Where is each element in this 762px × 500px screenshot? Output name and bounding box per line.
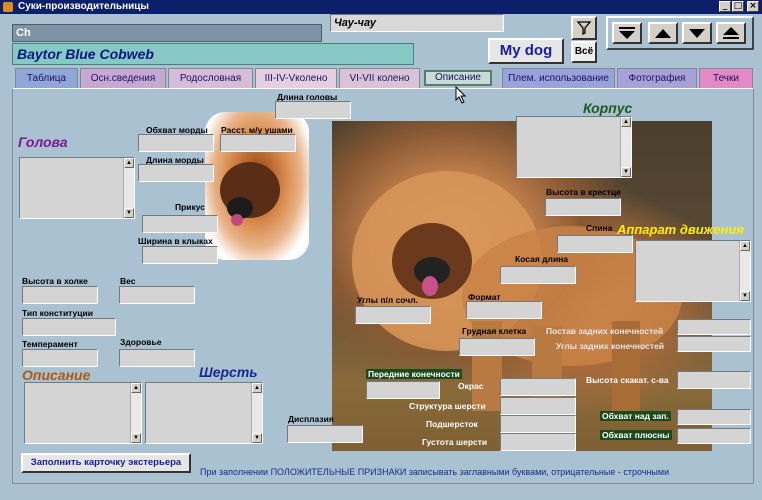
front-legs-label: Передние конечности [366, 369, 462, 379]
tab-photo[interactable]: Фотография [617, 68, 697, 88]
filter-button[interactable] [571, 16, 597, 40]
rear-angles-input[interactable] [677, 336, 751, 352]
close-button[interactable]: × [747, 1, 759, 12]
back-label: Спина [586, 223, 613, 233]
format-input[interactable] [466, 301, 542, 319]
fang-width-label: Ширина в клыках [138, 236, 213, 246]
coat-memo[interactable]: ▲ ▼ [145, 382, 263, 444]
croup-height-input[interactable] [545, 198, 621, 216]
tab-description[interactable]: Описание [424, 70, 492, 86]
pastern-girth-label: Обхват над зап. [600, 411, 671, 421]
health-input[interactable] [119, 349, 195, 367]
description-section-title: Описание [22, 367, 91, 383]
color-input[interactable] [500, 378, 576, 396]
next-record-button[interactable] [682, 22, 712, 44]
previous-record-button[interactable] [648, 22, 678, 44]
tab-main-info[interactable]: Осн.сведения [80, 68, 166, 88]
rear-angles-label: Углы задних конечностей [556, 341, 664, 351]
shoulder-angles-input[interactable] [355, 306, 431, 324]
footer-note: При заполнении ПОЛОЖИТЕЛЬНЫЕ ПРИЗНАКИ за… [200, 467, 670, 477]
weight-input[interactable] [119, 286, 195, 304]
ear-distance-input[interactable] [220, 134, 296, 152]
first-record-icon [619, 27, 635, 39]
tab-table[interactable]: Таблица [15, 68, 78, 88]
tab-breeding-use[interactable]: Плем. использование [502, 68, 615, 88]
health-label: Здоровье [120, 337, 162, 347]
temperament-label: Темперамент [22, 339, 78, 349]
description-memo[interactable]: ▲ ▼ [24, 382, 142, 444]
movement-section-title: Аппарат движения [617, 222, 744, 237]
pastern-girth-input[interactable] [677, 409, 751, 425]
my-dog-button[interactable]: My dog [488, 38, 564, 64]
withers-height-label: Высота в холке [22, 276, 88, 286]
hock-height-input[interactable] [677, 371, 751, 389]
fill-exterior-card-button[interactable]: Заполнить карточку экстерьера [21, 453, 191, 473]
coat-section-title: Шерсть [199, 364, 258, 380]
coat-density-input[interactable] [500, 433, 576, 451]
body-section-title: Корпус [583, 100, 633, 116]
fang-width-input[interactable] [142, 246, 218, 264]
hock-height-label: Высота скакат. с-ва [586, 375, 669, 385]
last-record-button[interactable] [716, 22, 746, 44]
filter-icon [576, 21, 592, 36]
weight-label: Вес [120, 276, 136, 286]
maximize-button[interactable]: □ [732, 1, 744, 12]
movement-memo[interactable]: ▲ ▼ [635, 240, 751, 302]
chest-label: Грудная клетка [462, 326, 527, 336]
tab-heats[interactable]: Течки [699, 68, 753, 88]
last-record-icon [723, 27, 739, 39]
head-section-title: Голова [18, 134, 68, 150]
mouse-cursor-icon [455, 86, 467, 104]
muzzle-girth-input[interactable] [138, 134, 214, 152]
constitution-input[interactable] [22, 318, 116, 336]
undercoat-input[interactable] [500, 415, 576, 433]
dog-name-field[interactable]: Baytor Blue Cobweb [12, 43, 414, 65]
oblique-length-label: Косая длина [515, 254, 569, 264]
body-memo[interactable]: ▲ ▼ [516, 116, 632, 178]
coat-density-label: Густота шерсти [422, 437, 488, 447]
head-memo[interactable]: ▲ ▼ [19, 157, 135, 219]
shoulder-angles-label: Углы п/л сочл. [357, 295, 418, 305]
breed-field[interactable]: Чау-чау [330, 14, 504, 32]
window-title: Суки-производительницы [18, 1, 149, 12]
muzzle-length-input[interactable] [138, 164, 214, 182]
withers-height-input[interactable] [22, 286, 98, 304]
coat-structure-label: Структура шерсти [409, 401, 486, 411]
arrow-up-icon [655, 29, 671, 38]
rear-stance-label: Постав задних конечностей [546, 326, 664, 336]
dysplasia-label: Дисплазия [288, 414, 334, 424]
rear-stance-input[interactable] [677, 319, 751, 335]
search-input[interactable]: Ch [12, 24, 322, 42]
oblique-length-input[interactable] [500, 266, 576, 284]
arrow-down-icon [689, 29, 705, 38]
undercoat-label: Подшерсток [426, 419, 478, 429]
chest-input[interactable] [459, 338, 535, 356]
tab-pedigree[interactable]: Родословная [168, 68, 253, 88]
tab-generations-6-7[interactable]: VI-VII колено [339, 68, 420, 88]
head-length-input[interactable] [275, 101, 351, 119]
croup-height-label: Высота в крестце [546, 187, 621, 197]
minimize-button[interactable]: _ [719, 1, 731, 12]
temperament-input[interactable] [22, 349, 98, 367]
bite-input[interactable] [142, 215, 218, 233]
color-label: Окрас [458, 381, 484, 391]
constitution-label: Тип конституции [22, 308, 93, 318]
bite-label: Прикус [175, 202, 206, 212]
coat-structure-input[interactable] [500, 397, 576, 415]
first-record-button[interactable] [612, 22, 642, 44]
metacarpus-girth-label: Обхват плюсны [600, 430, 672, 440]
front-legs-input[interactable] [366, 381, 440, 399]
metacarpus-girth-input[interactable] [677, 428, 751, 444]
dysplasia-input[interactable] [287, 425, 363, 443]
all-button[interactable]: Всё [571, 41, 597, 63]
back-input[interactable] [557, 235, 633, 253]
tab-generations-3-5[interactable]: III-IV-Vколено [255, 68, 337, 88]
title-bar: Суки-производительницы _ □ × [0, 0, 762, 14]
app-icon [3, 2, 13, 12]
